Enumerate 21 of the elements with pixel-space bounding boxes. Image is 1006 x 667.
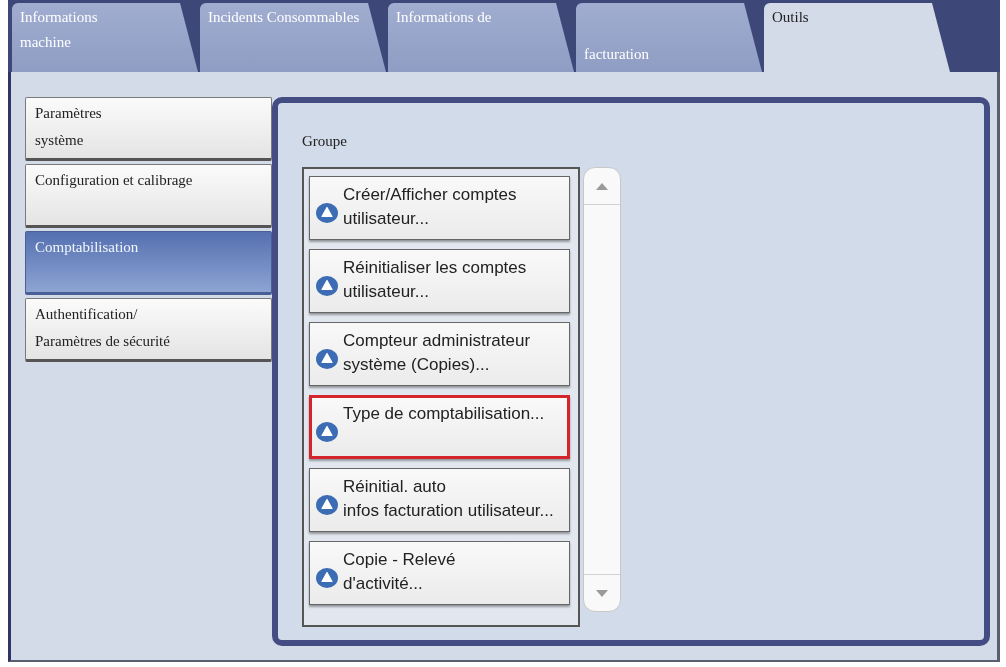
- option-button[interactable]: Créer/Afficher comptes utilisateur...: [309, 176, 570, 240]
- option-button[interactable]: Réinitialiser les comptes utilisateur...: [309, 249, 570, 313]
- option-button[interactable]: Réinitial. auto infos facturation utilisateur...: [309, 468, 570, 532]
- option-button[interactable]: Copie - Relevé d'activité...: [309, 541, 570, 605]
- scrollbar[interactable]: [583, 167, 621, 612]
- sidebar-item[interactable]: Paramètres système: [25, 97, 272, 161]
- tab[interactable]: Outils: [764, 3, 950, 72]
- scroll-down-icon[interactable]: [596, 589, 608, 597]
- sidebar-item[interactable]: Comptabilisation: [25, 231, 272, 295]
- scroll-up-icon[interactable]: [596, 182, 608, 190]
- option-button[interactable]: Compteur administrateur système (Copies)...: [309, 322, 570, 386]
- triangle-circle-icon: [316, 422, 338, 442]
- triangle-circle-icon: [316, 203, 338, 223]
- triangle-circle-icon: [316, 349, 338, 369]
- sidebar-item[interactable]: Authentification/ Paramètres de sécurité: [25, 298, 272, 362]
- triangle-circle-icon: [316, 495, 338, 515]
- triangle-circle-icon: [316, 276, 338, 296]
- triangle-circle-icon: [316, 568, 338, 588]
- sidebar-item[interactable]: Configuration et calibrage: [25, 164, 272, 228]
- option-button[interactable]: Type de comptabilisation...: [309, 395, 570, 459]
- group-label: Groupe: [302, 132, 347, 151]
